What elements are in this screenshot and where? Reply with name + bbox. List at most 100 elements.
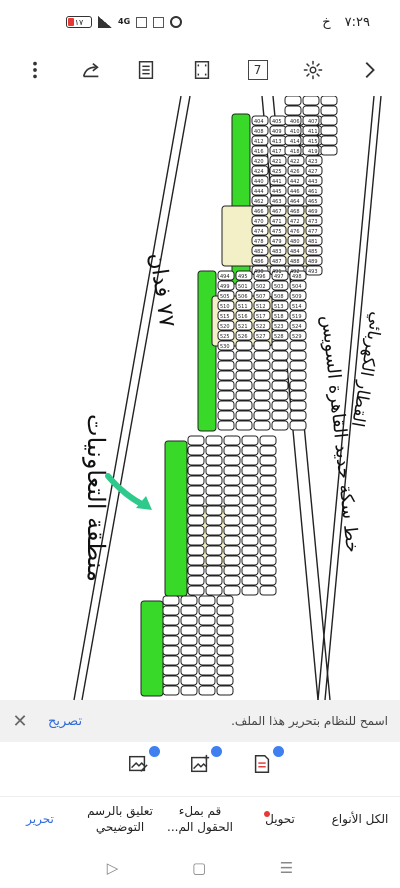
- lot-number: 529: [292, 334, 302, 340]
- lot: [216, 615, 234, 626]
- lot: [180, 675, 198, 686]
- lot-number: 522: [256, 324, 266, 330]
- menu-lines-icon[interactable]: ☰: [280, 859, 293, 877]
- lot-number: 418: [290, 149, 300, 155]
- alarm-icon: [170, 16, 183, 28]
- lot-number: 446: [290, 189, 300, 195]
- lot-number: 504: [292, 284, 302, 290]
- lot-number: 420: [254, 159, 264, 165]
- network-4g-icon: 4G: [118, 17, 131, 26]
- lot-number: 512: [256, 304, 266, 310]
- lot-number: 493: [308, 269, 318, 275]
- sim-icon: [136, 16, 148, 28]
- lot: [198, 605, 216, 616]
- lot: [187, 445, 205, 456]
- lot: [259, 475, 277, 486]
- lot: [216, 655, 234, 666]
- green-strip: [164, 440, 188, 597]
- lot: [259, 505, 277, 516]
- lot: [223, 525, 241, 536]
- lot-number: 503: [274, 284, 284, 290]
- lot: [271, 400, 289, 411]
- fill-form-icon[interactable]: [246, 746, 284, 780]
- lot-number: 463: [272, 199, 282, 205]
- lot: [223, 585, 241, 596]
- lot-number: 415: [308, 139, 318, 145]
- lot: [205, 435, 223, 446]
- lot-number: 469: [308, 209, 318, 215]
- lot: [205, 455, 223, 466]
- lot: [235, 360, 253, 371]
- lot: [259, 515, 277, 526]
- lot-number: 473: [308, 219, 318, 225]
- fit-screen-icon[interactable]: [189, 57, 215, 83]
- tab-edit[interactable]: تحرير: [0, 811, 80, 827]
- lot-number: 404: [254, 119, 264, 125]
- lot-number: 520: [220, 324, 230, 330]
- lot-number: 494: [220, 274, 230, 280]
- lot: [259, 465, 277, 476]
- lot: [271, 370, 289, 381]
- more-vert-icon[interactable]: [22, 57, 48, 83]
- lot-number: 471: [272, 219, 282, 225]
- site-plan-map: 404 405 406 407 408 409 410 411 412 413 414 415 416 4…: [73, 96, 387, 700]
- lot: [253, 400, 271, 411]
- lot: [187, 525, 205, 536]
- lot: [223, 495, 241, 506]
- lot: [187, 585, 205, 596]
- lot: [187, 435, 205, 446]
- green-strip: [197, 270, 217, 432]
- lot: [162, 595, 180, 606]
- lot-number: 514: [292, 304, 302, 310]
- lot-number: 440: [254, 179, 264, 185]
- lot: [235, 420, 253, 431]
- lot-number: 443: [308, 179, 318, 185]
- lot: [271, 350, 289, 361]
- lot: [289, 360, 307, 371]
- lot: [271, 360, 289, 371]
- home-square-icon[interactable]: ▢: [192, 859, 206, 877]
- lot: [198, 685, 216, 696]
- reading-mode-icon[interactable]: [133, 57, 159, 83]
- lot-number: 477: [308, 229, 318, 235]
- carrier-letter: خ: [322, 14, 331, 30]
- tab-annotate-drawing[interactable]: تعليق بالرسم التوضيحي: [80, 803, 160, 835]
- lot: [187, 475, 205, 486]
- page-number-icon[interactable]: 7: [245, 57, 271, 83]
- lot-number: 495: [238, 274, 248, 280]
- close-icon[interactable]: ✕: [10, 711, 30, 732]
- lot-number: 417: [272, 149, 282, 155]
- lot: [217, 360, 235, 371]
- lot-number: 419: [308, 149, 318, 155]
- lot: [162, 655, 180, 666]
- back-triangle-icon[interactable]: ▷: [107, 859, 119, 877]
- pdf-page[interactable]: 404 405 406 407 408 409 410 411 412 413 414 415 416 4…: [0, 96, 400, 700]
- lot: [241, 485, 259, 496]
- lot: [198, 645, 216, 656]
- chevron-right-icon[interactable]: [356, 57, 382, 83]
- tab-fill-fields[interactable]: قم بملء الحقول الم...: [160, 803, 240, 835]
- lot: [241, 525, 259, 536]
- lot: [217, 400, 235, 411]
- lot: [320, 135, 338, 146]
- lot: [205, 515, 223, 526]
- lot: [223, 445, 241, 456]
- tab-all-types[interactable]: الكل الأنواع: [320, 811, 400, 827]
- lot: [205, 565, 223, 576]
- tab-convert[interactable]: تحويل: [240, 810, 320, 827]
- allow-button[interactable]: تصريح: [48, 714, 82, 729]
- lot: [253, 350, 271, 361]
- lot-number: 482: [254, 249, 264, 255]
- share-icon[interactable]: [78, 57, 104, 83]
- bottom-tab-bar: تحرير تعليق بالرسم التوضيحي قم بملء الحق…: [0, 796, 400, 840]
- lot: [205, 485, 223, 496]
- lot-number: 441: [272, 179, 282, 185]
- permission-banner: ✕ تصريح اسمح للنظام بتحرير هذا الملف.: [0, 700, 400, 742]
- annotate-image-icon[interactable]: [122, 746, 160, 780]
- add-image-icon[interactable]: [184, 746, 222, 780]
- brightness-icon[interactable]: [300, 57, 326, 83]
- lot: [205, 585, 223, 596]
- lot-number: 479: [272, 239, 282, 245]
- lot: [223, 535, 241, 546]
- lot-number: 502: [256, 284, 266, 290]
